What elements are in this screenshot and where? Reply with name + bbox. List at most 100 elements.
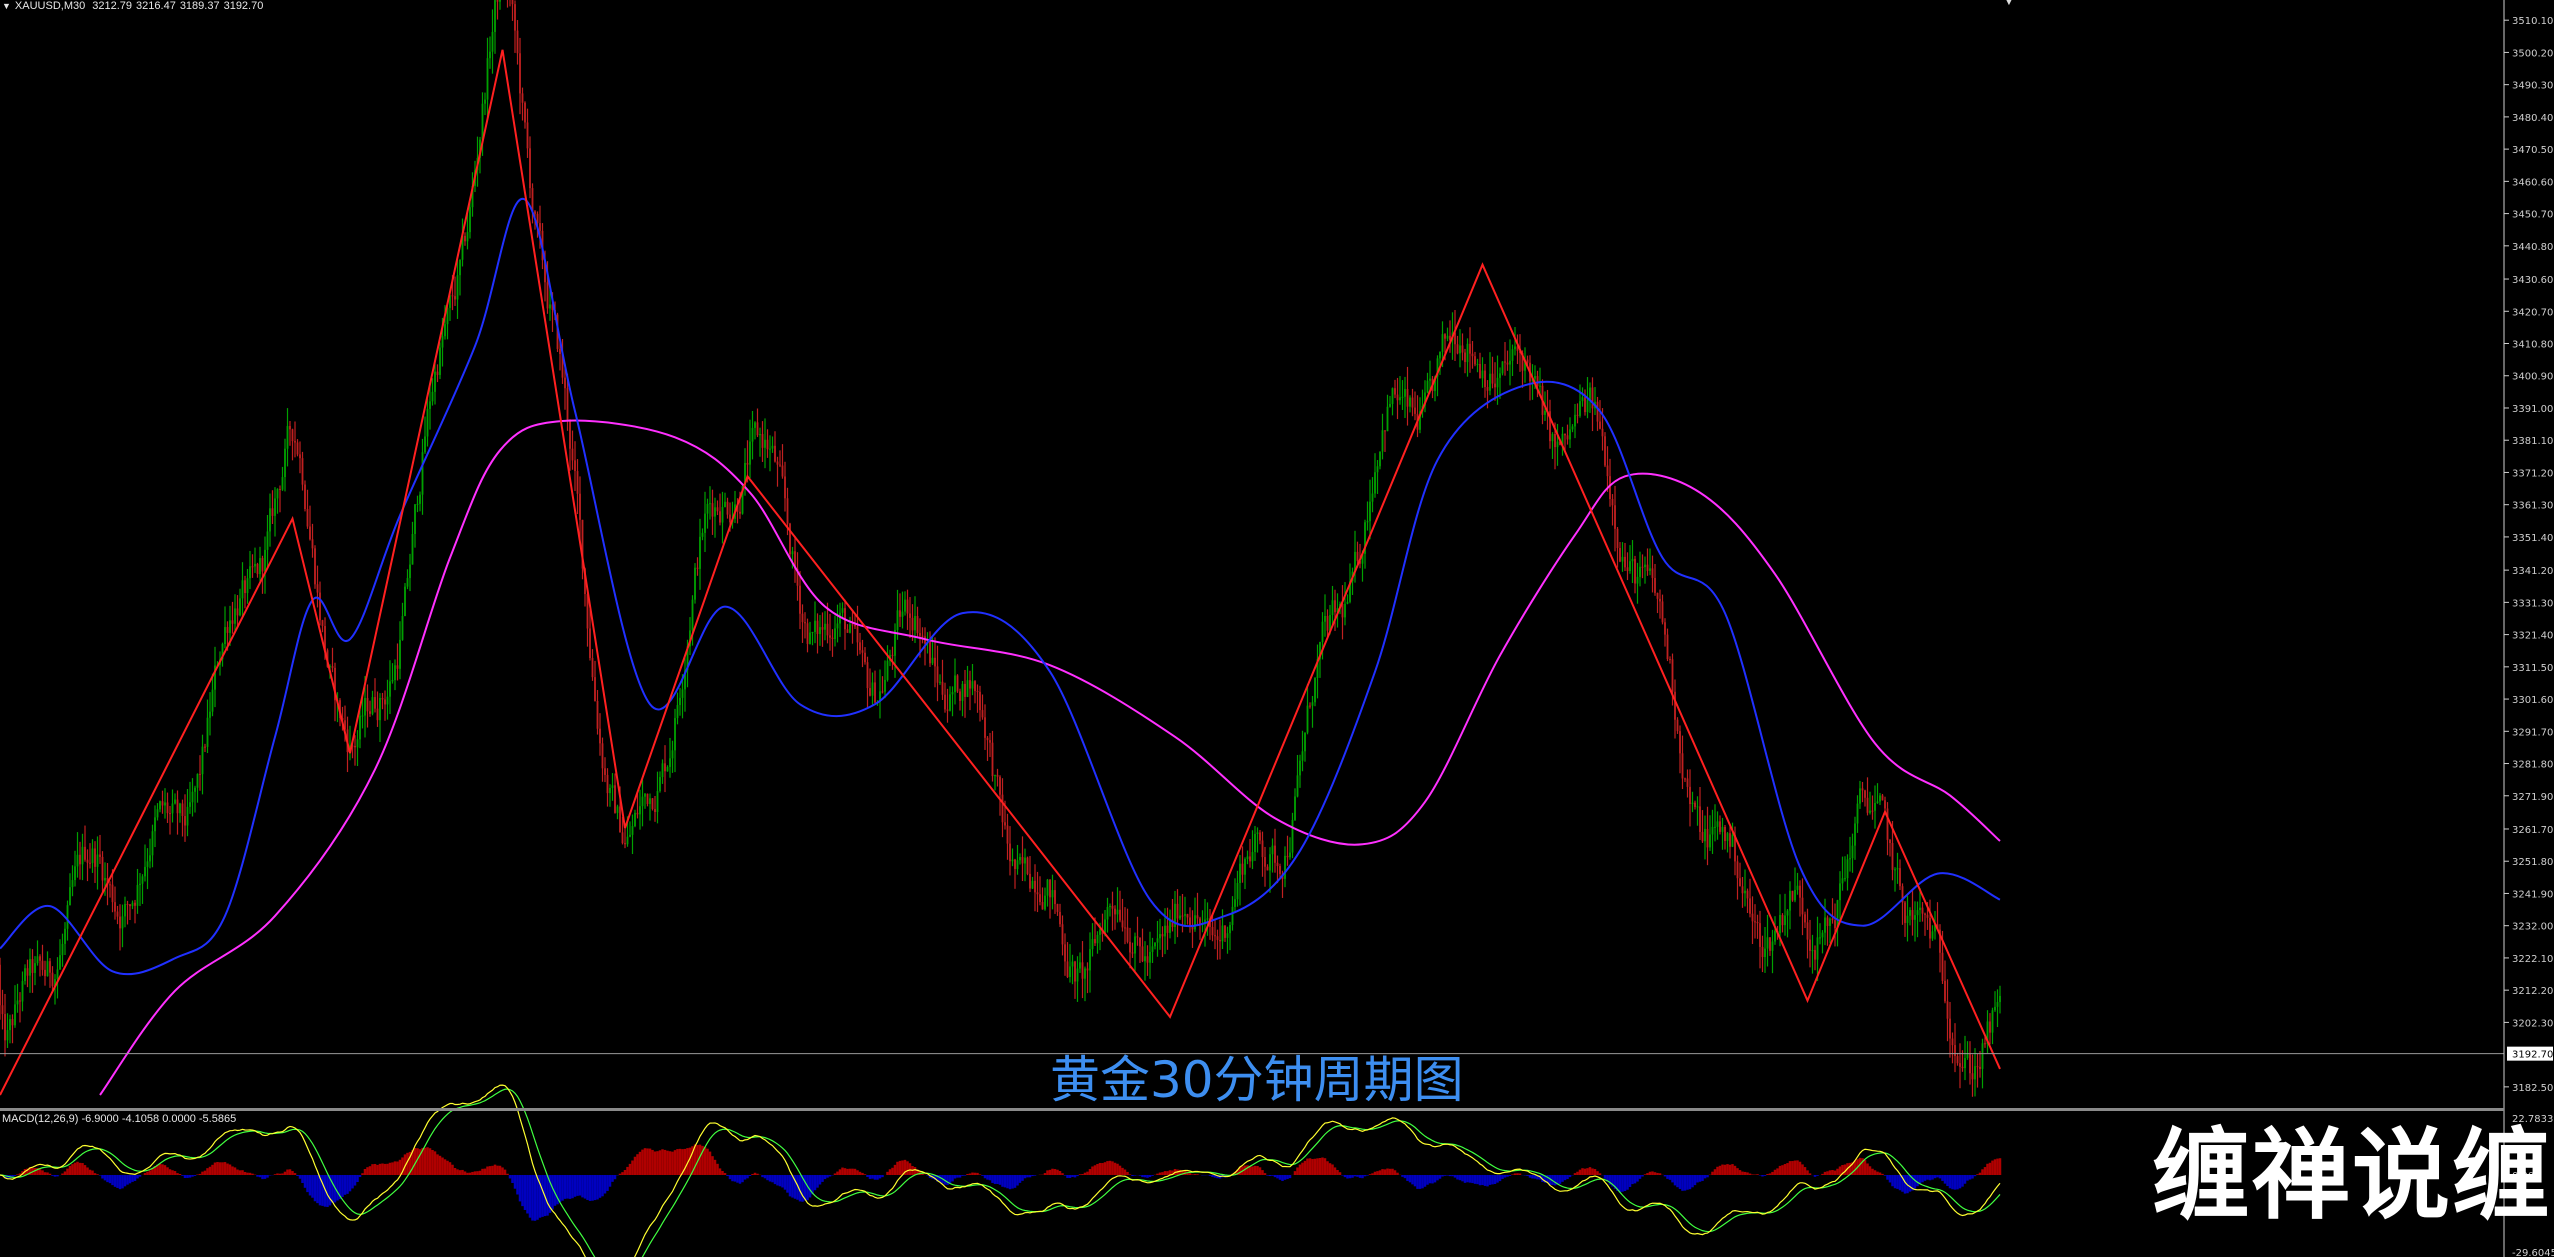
candle-body (1849, 858, 1851, 860)
candle-body (139, 883, 141, 885)
candle-body (391, 680, 394, 682)
candle-body (211, 689, 214, 712)
candle-body (749, 441, 751, 465)
candle-body (111, 884, 114, 903)
candle-body (1826, 917, 1829, 926)
candle-body (229, 620, 231, 633)
candle-body (1119, 909, 1121, 921)
candle-body (1131, 952, 1134, 954)
candle-body (956, 675, 959, 692)
candle-body (574, 460, 576, 472)
candle-body (1396, 394, 1399, 401)
candle-body (1246, 856, 1249, 860)
candle-body (764, 439, 766, 448)
chart-window[interactable]: 3510.10 3500.20 3490.30 3480.40 3470.50 3460.… (0, 0, 2554, 1257)
candle-body (1766, 937, 1769, 949)
candle-body (846, 629, 849, 633)
candle-body (724, 501, 726, 507)
candle-body (409, 564, 411, 579)
candle-body (384, 699, 386, 705)
candle-body (246, 578, 249, 594)
candle-body (319, 592, 321, 621)
candle-body (1536, 376, 1539, 387)
candle-body (1456, 344, 1459, 354)
candle-body (316, 584, 319, 593)
candle-body (134, 902, 136, 906)
candle-body (389, 681, 391, 697)
candle-body (314, 548, 316, 585)
candle-body (1009, 843, 1011, 862)
candle-body (629, 834, 631, 837)
symbol-timeframe: XAUUSD,M30 (14, 0, 86, 12)
candle-body (254, 563, 256, 567)
candle-body (1809, 939, 1811, 951)
price-tick-label: 3361.30 (2512, 501, 2553, 512)
candle-body (1144, 956, 1146, 962)
candle-body (156, 809, 159, 818)
candle-body (399, 639, 401, 669)
candle-body (1379, 451, 1381, 467)
candle-body (61, 943, 64, 956)
candle-body (1286, 855, 1289, 858)
candle-body (1029, 873, 1031, 889)
candle-body (109, 884, 111, 886)
candle-body (1389, 403, 1391, 407)
ma-fast-line (0, 197, 2001, 976)
candle-body (789, 523, 791, 555)
candle-body (1824, 917, 1826, 933)
candle-body (821, 627, 824, 630)
candle-body (1659, 598, 1661, 602)
candle-body (1486, 386, 1489, 391)
candle-body (44, 969, 46, 977)
candle-body (606, 774, 609, 794)
candle-body (1911, 910, 1914, 920)
candle-body (696, 567, 699, 569)
candle-body (1294, 796, 1296, 820)
candle-body (64, 928, 66, 944)
candle-body (931, 657, 934, 664)
candle-body (141, 876, 144, 884)
candle-body (881, 691, 884, 693)
candle-body (1586, 399, 1589, 413)
candle-body (404, 586, 406, 617)
candle-body (1721, 826, 1724, 832)
watermark-text: 缠禅说缠 (2152, 1119, 2553, 1233)
candle-body (1706, 828, 1709, 848)
candle-body (131, 902, 134, 907)
candle-body (871, 682, 874, 696)
chart-title-overlay: 黄金30分钟周期图 (1050, 1051, 1464, 1109)
candle-body (1024, 857, 1026, 864)
candle-body (679, 697, 681, 706)
candle-body (1916, 910, 1919, 916)
candle-body (964, 683, 966, 697)
candle-body (1259, 832, 1261, 841)
candle-body (354, 745, 356, 748)
candle-body (1356, 551, 1359, 562)
caret-down-icon[interactable]: ▼ (2, 1, 11, 11)
candle-body (1954, 1045, 1956, 1057)
price-tick-label: 3232.00 (2512, 922, 2553, 933)
chart-shift-icon[interactable]: ▼ (2003, 0, 2015, 8)
price-tick-label: 3261.70 (2512, 825, 2553, 836)
candle-body (1096, 934, 1099, 944)
candle-body (1459, 345, 1461, 354)
candle-body (14, 1004, 16, 1026)
candle-body (981, 710, 984, 718)
candle-body (854, 624, 856, 627)
candle-body (1321, 621, 1324, 643)
ohlc-open: 3212.79 (92, 0, 133, 12)
candle-body (1384, 430, 1386, 432)
candle-body (1509, 360, 1511, 365)
candle-body (1959, 1063, 1961, 1067)
candle-body (179, 803, 181, 814)
candle-body (914, 616, 916, 631)
candle-body (1601, 428, 1604, 437)
candle-body (1741, 886, 1744, 894)
candle-body (589, 628, 591, 659)
candle-body (669, 758, 671, 767)
candle-body (644, 793, 646, 797)
candle-body (436, 371, 439, 375)
candle-body (16, 1000, 19, 1005)
candle-body (451, 295, 454, 297)
candle-body (786, 498, 789, 524)
